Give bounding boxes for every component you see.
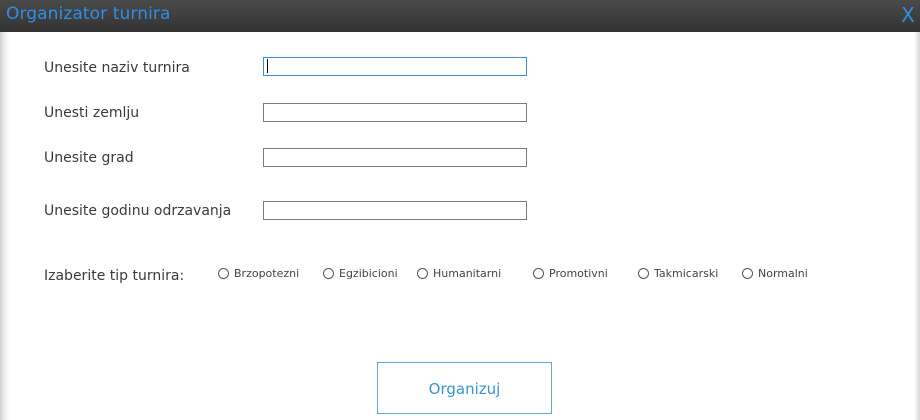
- country-label: Unesti zemlju: [44, 105, 140, 121]
- radio-label: Egzibicioni: [339, 267, 398, 280]
- year-input[interactable]: [263, 201, 527, 220]
- radio-circle-icon[interactable]: [417, 268, 428, 279]
- radio-circle-icon[interactable]: [742, 268, 753, 279]
- radio-label: Normalni: [758, 267, 808, 280]
- radio-label: Brzopotezni: [234, 267, 300, 280]
- radio-circle-icon[interactable]: [533, 268, 544, 279]
- radio-circle-icon[interactable]: [323, 268, 334, 279]
- radio-humanitarni[interactable]: Humanitarni: [417, 267, 501, 280]
- tournament-type-label: Izaberite tip turnira:: [44, 268, 185, 284]
- window-title: Organizator turnira: [6, 4, 171, 24]
- radio-normalni[interactable]: Normalni: [742, 267, 808, 280]
- radio-circle-icon[interactable]: [638, 268, 649, 279]
- radio-label: Promotivni: [549, 267, 608, 280]
- radio-takmicarski[interactable]: Takmicarski: [638, 267, 718, 280]
- organize-button[interactable]: Organizuj: [377, 362, 552, 414]
- close-icon[interactable]: X: [898, 2, 918, 28]
- country-input[interactable]: [263, 103, 527, 122]
- year-label: Unesite godinu odrzavanja: [44, 203, 232, 219]
- tournament-organizer-window: Organizator turnira X Unesite naziv turn…: [0, 0, 920, 420]
- radio-label: Takmicarski: [654, 267, 719, 280]
- text-caret: [267, 59, 268, 73]
- tournament-name-label: Unesite naziv turnira: [44, 60, 190, 76]
- window-left-edge: [0, 32, 10, 420]
- radio-label: Humanitarni: [433, 267, 502, 280]
- tournament-name-input[interactable]: [263, 57, 527, 76]
- radio-egzibicioni[interactable]: Egzibicioni: [323, 267, 398, 280]
- city-label: Unesite grad: [44, 150, 134, 166]
- radio-promotivni[interactable]: Promotivni: [533, 267, 608, 280]
- title-bar[interactable]: Organizator turnira X: [0, 0, 920, 32]
- radio-brzopotezni[interactable]: Brzopotezni: [218, 267, 299, 280]
- window-right-edge: [914, 32, 920, 420]
- city-input[interactable]: [263, 148, 527, 167]
- radio-circle-icon[interactable]: [218, 268, 229, 279]
